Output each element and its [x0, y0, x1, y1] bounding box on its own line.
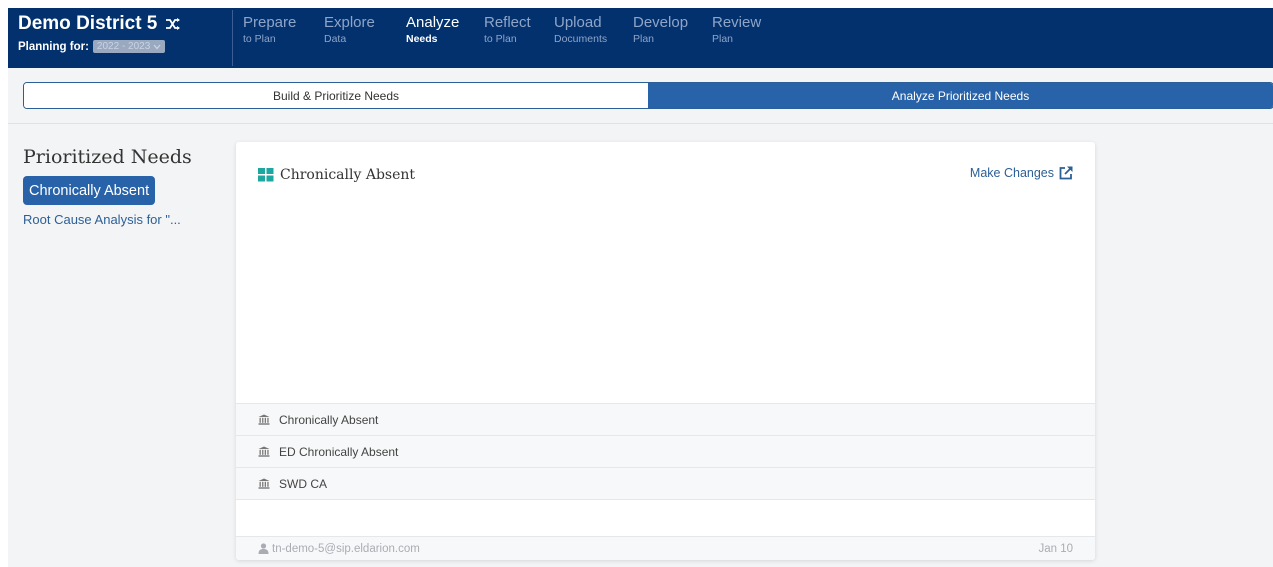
external-link-icon — [1059, 166, 1073, 180]
nav-upload-label: Upload — [554, 14, 602, 31]
grid-icon — [258, 168, 274, 182]
list-item-label: SWD CA — [279, 476, 327, 491]
make-changes-label: Make Changes — [969, 166, 1054, 180]
need-card: Chronically Absent Make Changes Chronica… — [236, 142, 1095, 560]
district-title[interactable]: Demo District 5 — [18, 13, 181, 35]
list-item-label: ED Chronically Absent — [279, 444, 399, 459]
nav-develop[interactable]: Develop Plan — [633, 14, 712, 46]
nav-upload-sub: Documents — [554, 33, 608, 45]
nav-prepare-label: Prepare — [243, 14, 297, 31]
chevron-down-icon — [153, 44, 161, 49]
nav-explore-sub: Data — [324, 33, 347, 45]
nav-develop-label: Develop — [633, 14, 689, 31]
nav-explore-label: Explore — [324, 14, 375, 31]
bank-icon — [258, 478, 270, 489]
nav-prepare-sub: to Plan — [243, 33, 276, 45]
list-spacer — [236, 499, 1095, 528]
card-header: Chronically Absent — [258, 167, 415, 183]
section-divider — [8, 123, 1273, 124]
list-item[interactable]: Chronically Absent — [236, 403, 1095, 435]
nav-reflect-label: Reflect — [484, 14, 531, 31]
list-item[interactable]: SWD CA — [236, 467, 1095, 499]
nav-analyze-label: Analyze — [406, 14, 460, 31]
nav-develop-sub: Plan — [633, 33, 655, 45]
nav-divider — [232, 10, 233, 66]
nav-prepare[interactable]: Prepare to Plan — [243, 14, 324, 46]
tab-analyze-prioritized[interactable]: Analyze Prioritized Needs — [648, 83, 1273, 108]
sidebar-heading: Prioritized Needs — [23, 146, 192, 168]
sidebar-item-root-cause[interactable]: Root Cause Analysis for "... — [23, 212, 181, 227]
nav-analyze[interactable]: Analyze Needs — [406, 14, 484, 46]
make-changes-link[interactable]: Make Changes — [970, 166, 1073, 180]
shuffle-icon[interactable] — [165, 17, 181, 31]
list-item-label: Chronically Absent — [279, 412, 379, 427]
nav-reflect[interactable]: Reflect to Plan — [484, 14, 554, 46]
nav-explore[interactable]: Explore Data — [324, 14, 406, 46]
data-source-list: Chronically Absent ED Chronically Absent — [236, 403, 1095, 528]
app-frame: Demo District 5 Planning for: 2022 - 202… — [8, 8, 1273, 567]
nav-review-sub: Plan — [712, 33, 734, 45]
nav-review[interactable]: Review Plan — [712, 14, 782, 46]
planning-label: Planning for: — [18, 40, 89, 53]
year-select[interactable]: 2022 - 2023 — [92, 40, 166, 53]
card-title: Chronically Absent — [280, 167, 416, 183]
nav-upload[interactable]: Upload Documents — [554, 14, 633, 46]
card-date: Jan 10 — [1038, 542, 1073, 555]
nav-analyze-sub: Needs — [406, 33, 438, 45]
brand: Demo District 5 Planning for: 2022 - 202… — [18, 13, 181, 53]
tab-build-prioritize[interactable]: Build & Prioritize Needs — [24, 83, 648, 108]
author: tn-demo-5@sip.eldarion.com — [258, 543, 420, 555]
author-email: tn-demo-5@sip.eldarion.com — [272, 542, 420, 555]
card-footer: tn-demo-5@sip.eldarion.com Jan 10 — [236, 536, 1095, 560]
district-name: Demo District 5 — [18, 13, 158, 34]
top-navbar: Demo District 5 Planning for: 2022 - 202… — [8, 8, 1273, 68]
user-icon — [258, 543, 269, 554]
main-nav: Prepare to Plan Explore Data Analyze Nee… — [243, 14, 782, 46]
sidebar-item-chronically-absent[interactable]: Chronically Absent — [23, 176, 156, 205]
bank-icon — [258, 446, 270, 457]
year-value: 2022 - 2023 — [96, 41, 151, 52]
nav-review-label: Review — [712, 14, 762, 31]
nav-reflect-sub: to Plan — [484, 33, 517, 45]
needs-tabs: Build & Prioritize Needs Analyze Priorit… — [23, 82, 1273, 109]
planning-row: Planning for: 2022 - 2023 — [18, 40, 181, 53]
list-item[interactable]: ED Chronically Absent — [236, 435, 1095, 467]
bank-icon — [258, 414, 270, 425]
